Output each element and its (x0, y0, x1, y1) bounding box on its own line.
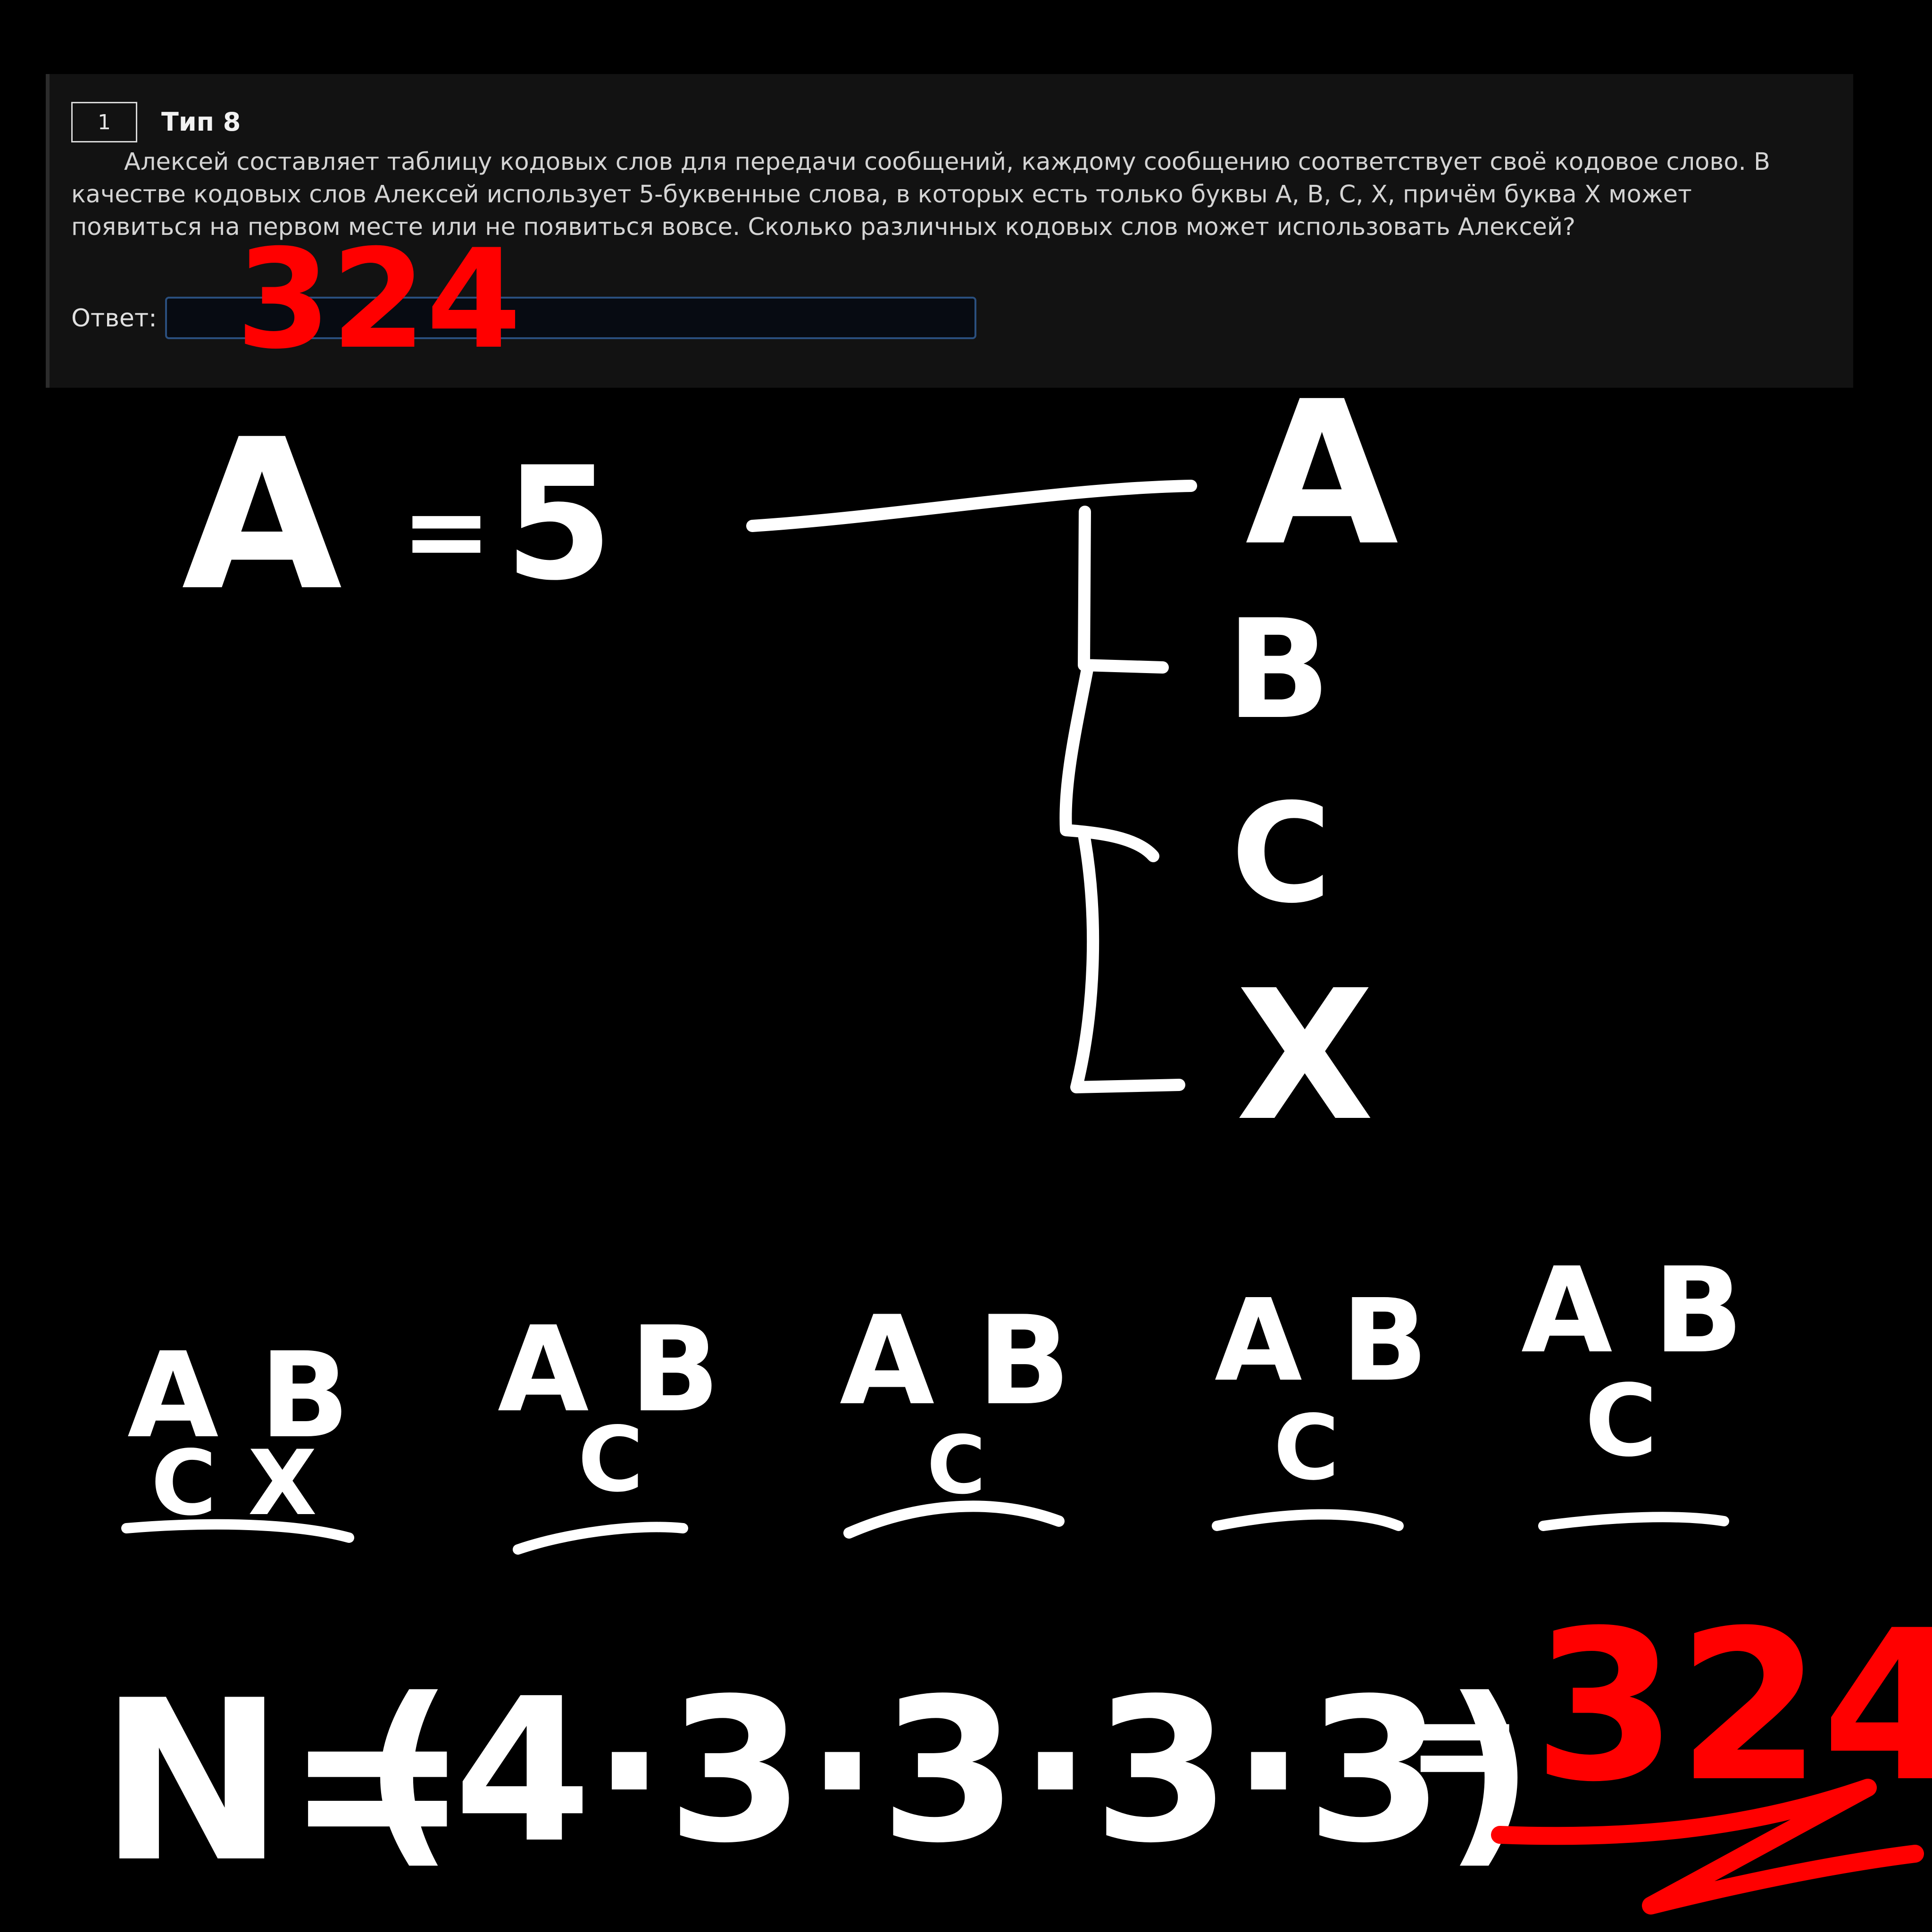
alphabet-lhs: A (182, 395, 344, 636)
letter-x: X (1236, 951, 1374, 1160)
position-2-bottom: C (578, 1407, 643, 1512)
result-underline-scribble (1491, 1779, 1924, 1915)
answer-label: Ответ: (71, 304, 157, 333)
position-4-top: A B (1215, 1274, 1428, 1407)
position-3-underline (843, 1500, 1065, 1539)
formula-expression: (4·3·3·3·3) (363, 1656, 1534, 1887)
task-type-label: Тип 8 (161, 107, 241, 137)
position-2-underline (513, 1522, 688, 1555)
formula-lhs: N= (99, 1653, 470, 1911)
position-5-underline (1538, 1512, 1729, 1531)
position-4-underline (1212, 1509, 1404, 1531)
position-5-top: A B (1521, 1242, 1743, 1379)
tree-bracket (1059, 506, 1185, 1093)
position-1-top: A B (127, 1327, 350, 1464)
position-3-top: A B (840, 1290, 1071, 1432)
position-1-underline (121, 1519, 354, 1543)
task-text: Алексей составляет таблицу кодовых слов … (71, 148, 1771, 241)
formula-eq: = (1406, 1661, 1524, 1826)
task-panel: 1 Тип 8 Алексей составляет таблицу кодов… (46, 74, 1853, 388)
position-4-bottom: C (1274, 1396, 1339, 1500)
position-3-bottom: C (927, 1419, 986, 1512)
position-5-bottom: C (1585, 1363, 1657, 1479)
position-1-bottom: C X (151, 1431, 317, 1535)
letter-b: B (1226, 591, 1331, 749)
position-2-top: A B (498, 1301, 720, 1438)
formula-result: 324 (1533, 1586, 1932, 1827)
alphabet-eq: = (401, 468, 492, 594)
letter-a: A (1245, 359, 1400, 590)
alphabet-count: 5 (505, 433, 613, 615)
task-number: 1 (71, 102, 137, 142)
answer-input[interactable] (165, 297, 976, 339)
letter-c: C (1231, 774, 1332, 933)
tree-branch-line (746, 480, 1197, 532)
